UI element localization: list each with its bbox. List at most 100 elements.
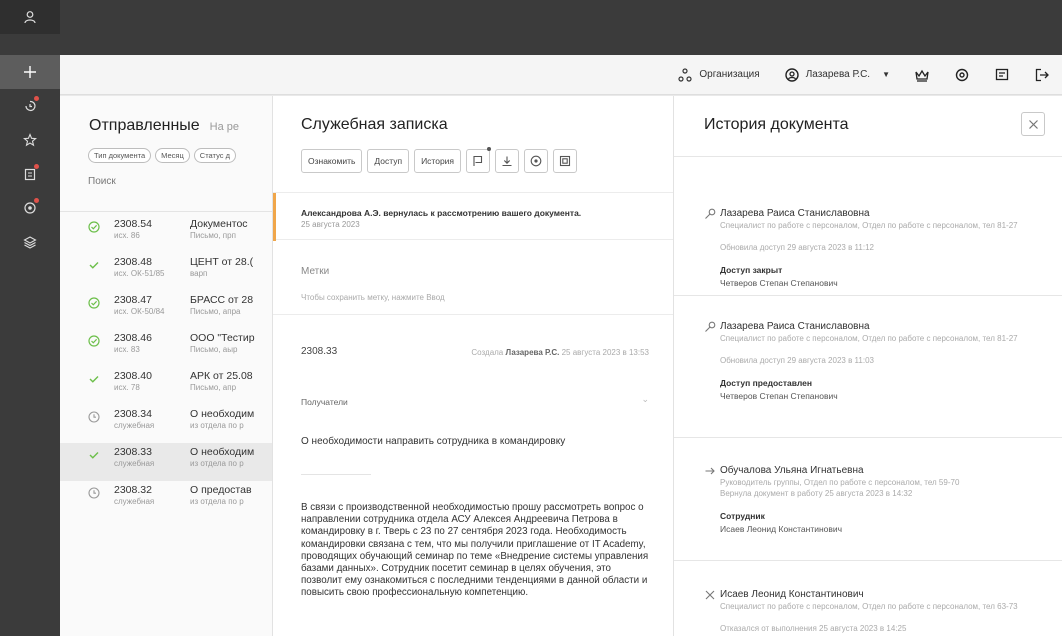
nav-history[interactable] <box>0 89 60 123</box>
crown-button[interactable] <box>914 67 930 83</box>
clipboard-icon <box>24 168 36 181</box>
filter-chip-status[interactable]: Статус д <box>193 148 236 163</box>
key-icon <box>704 208 716 220</box>
clock-icon <box>88 487 100 499</box>
list-item[interactable]: 2308.54 исх. 86 Документос Письмо, прп <box>60 215 272 253</box>
divider <box>674 295 1062 296</box>
list-title-text: Отправленные <box>89 117 200 134</box>
key-icon <box>704 321 716 333</box>
list-tab-on-review[interactable]: На ре <box>210 121 239 133</box>
list-item[interactable]: 2308.40 исх. 78 АРК от 25.08 Письмо, апр <box>60 367 272 405</box>
doc-desc: Письмо, аыр <box>190 345 238 354</box>
notification-dot <box>34 96 39 101</box>
org-label: Организация <box>699 69 760 80</box>
history-person: Лазарева Раиса Станиславовна <box>720 321 870 332</box>
list-item[interactable]: 2308.32 служебная О предостав из отдела … <box>60 481 272 519</box>
document-panel: Служебная записка Ознакомить Доступ Исто… <box>272 96 674 636</box>
notification-banner: Александрова А.Э. вернулась к рассмотрен… <box>273 192 673 241</box>
document-title: Служебная записка <box>301 116 448 133</box>
chevron-down-icon: ▼ <box>882 70 890 79</box>
print-button[interactable] <box>553 149 578 173</box>
doc-number: 2308.33 <box>114 446 152 458</box>
notification-dot <box>34 198 39 203</box>
check-circle-icon <box>88 221 100 233</box>
history-person: Лазарева Раиса Станиславовна <box>720 208 870 219</box>
app-topbar <box>60 0 1062 34</box>
create-button[interactable] <box>0 55 60 89</box>
profile-button[interactable] <box>0 0 60 34</box>
plus-icon <box>24 66 36 78</box>
history-value: Четверов Степан Степанович <box>720 278 838 288</box>
header-bar: Организация Лазарева Р.С. ▼ <box>60 55 1062 95</box>
target-icon <box>24 202 36 214</box>
nav-layers[interactable] <box>0 225 60 259</box>
search-input[interactable]: Поиск <box>88 176 116 187</box>
nav-favorites[interactable] <box>0 123 60 157</box>
doc-title: О необходим <box>190 408 255 420</box>
comments-button[interactable] <box>466 147 492 173</box>
messages-button[interactable] <box>994 67 1010 83</box>
document-body: В связи с производственной необходимость… <box>301 502 649 599</box>
org-selector[interactable]: Организация <box>677 67 760 83</box>
list-item[interactable]: 2308.46 исх. 83 ООО "Тестир Письмо, аыр <box>60 329 272 367</box>
created-info: Создала Лазарева Р.С. 25 августа 2023 в … <box>471 348 649 357</box>
doc-desc: Письмо, прп <box>190 231 236 240</box>
settings-icon <box>954 67 970 83</box>
doc-desc: из отдела по р <box>190 421 244 430</box>
doc-number: 2308.34 <box>114 408 152 420</box>
preview-button[interactable] <box>524 149 549 173</box>
close-button[interactable] <box>1021 112 1045 136</box>
left-rail <box>0 0 60 636</box>
filter-chip-doc-type[interactable]: Тип документа <box>88 148 152 163</box>
doc-title: О необходим <box>190 446 255 458</box>
divider <box>301 474 371 475</box>
comment-flag-icon <box>473 155 483 166</box>
chevron-down-icon[interactable]: ⌄ <box>641 394 649 405</box>
tags-input[interactable]: Метки <box>301 266 329 277</box>
history-label: Доступ предоставлен <box>720 378 812 388</box>
history-value: Четверов Степан Степанович <box>720 391 838 401</box>
list-item[interactable]: 2308.48 исх. ОК-51/85 ЦЕНТ от 28.( варп <box>60 253 272 291</box>
doc-desc: из отдела по р <box>190 459 244 468</box>
doc-desc: Письмо, апр <box>190 383 237 392</box>
user-menu[interactable]: Лазарева Р.С. ▼ <box>784 67 890 83</box>
doc-number: 2308.54 <box>114 218 152 230</box>
message-icon <box>994 67 1010 83</box>
logout-button[interactable] <box>1034 67 1050 83</box>
list-item[interactable]: 2308.47 исх. ОК-50/84 БРАСС от 28 Письмо… <box>60 291 272 329</box>
download-button[interactable] <box>495 149 520 173</box>
notice-date: 25 августа 2023 <box>301 220 360 229</box>
history-button[interactable]: История <box>414 149 462 173</box>
created-author: Лазарева Р.С. <box>505 348 560 357</box>
check-icon <box>88 259 100 271</box>
history-action: Обновила доступ 29 августа 2023 в 11:03 <box>720 356 874 365</box>
history-label: Сотрудник <box>720 511 765 521</box>
doc-sub: исх. 78 <box>114 383 140 392</box>
clock-icon <box>88 411 100 423</box>
settings-button[interactable] <box>954 67 970 83</box>
history-position: Руководитель группы, Отдел по работе с п… <box>720 478 960 487</box>
nav-tasks[interactable] <box>0 157 60 191</box>
nav-control[interactable] <box>0 191 60 225</box>
history-position: Специалист по работе с персоналом, Отдел… <box>720 221 1018 230</box>
list-item[interactable]: 2308.34 служебная О необходим из отдела … <box>60 405 272 443</box>
acquaint-button[interactable]: Ознакомить <box>301 149 363 173</box>
tags-hint: Чтобы сохранить метку, нажмите Ввод <box>301 293 445 302</box>
crown-icon <box>914 67 930 83</box>
check-icon <box>88 373 100 385</box>
history-person: Исаев Леонид Константинович <box>720 589 864 600</box>
filter-chip-month[interactable]: Месяц <box>155 148 190 163</box>
doc-desc: варп <box>190 269 208 278</box>
document-number: 2308.33 <box>301 346 338 357</box>
access-button[interactable]: Доступ <box>367 149 410 173</box>
divider <box>273 314 673 315</box>
download-icon <box>502 156 512 167</box>
recipients-field[interactable]: Получатели <box>301 397 348 407</box>
close-icon <box>1028 119 1038 129</box>
divider <box>674 437 1062 438</box>
divider <box>60 211 272 212</box>
doc-sub: служебная <box>114 497 155 506</box>
notice-accent <box>273 193 276 241</box>
doc-title: ЦЕНТ от 28.( <box>190 256 254 268</box>
list-item-selected[interactable]: 2308.33 служебная О необходим из отдела … <box>60 443 272 481</box>
